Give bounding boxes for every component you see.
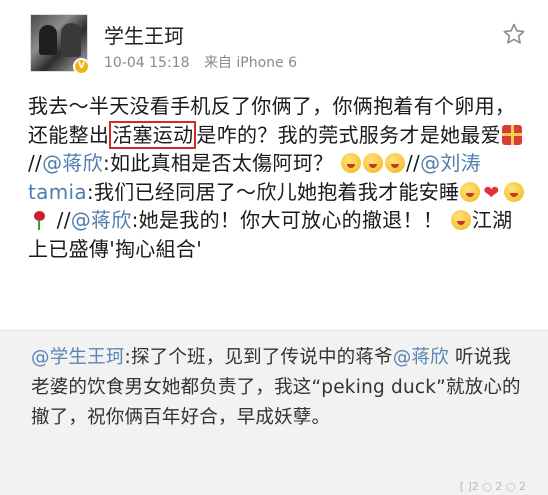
- post-text-part: :她是我的！你大可放心的撤退！！: [131, 208, 444, 232]
- star-icon[interactable]: [502, 22, 526, 46]
- post-text: 我去～半天没看手机反了你俩了，你俩抱着有个卵用，还能整出 活塞运动 是咋的？我的莞式…: [28, 92, 528, 263]
- post-meta: 10-04 15:18 来自 iPhone 6: [104, 52, 297, 72]
- post-text-part: 是咋的？我的莞式服务才是她最爱: [196, 122, 501, 147]
- post-text-part: //: [50, 208, 71, 232]
- mention-link[interactable]: @学生王珂: [31, 347, 125, 368]
- heart-emoji-icon: [482, 179, 502, 208]
- avatar-figure-right: [61, 23, 81, 57]
- username[interactable]: 学生王珂: [104, 20, 184, 49]
- repost-text-part: :探了个班，见到了传说中的蒋爷: [124, 347, 393, 368]
- post-text-part: :如此真相是否太傷阿珂？: [102, 151, 334, 175]
- gift-emoji-icon: [501, 124, 522, 145]
- surprised-face-emoji-icon: [385, 153, 405, 173]
- rose-emoji-icon: [29, 210, 49, 230]
- weibo-post: V 学生王珂 10-04 15:18 来自 iPhone 6 我去～半天没看手机…: [0, 0, 548, 495]
- post-date: 10-04 15:18: [104, 55, 190, 71]
- kiss-face-emoji-icon: [504, 181, 525, 202]
- mention-link[interactable]: @蒋欣: [393, 347, 449, 368]
- mention-link[interactable]: @蒋欣: [71, 208, 132, 232]
- surprised-face-emoji-icon: [363, 153, 383, 173]
- repost-section[interactable]: @学生王珂:探了个班，见到了传说中的蒋爷@蒋欣 听说我老婆的饮食男女她都负责了，…: [0, 330, 548, 495]
- tongue-face-emoji-icon: [460, 181, 481, 202]
- avatar-figure-left: [39, 25, 57, 55]
- post-text-part: :我们已经同居了～欣儿她抱着我才能安睡: [86, 179, 460, 204]
- post-text-part: //: [406, 151, 421, 175]
- post-header: V 学生王珂 10-04 15:18 来自 iPhone 6: [0, 0, 548, 85]
- mention-link[interactable]: @蒋欣: [42, 151, 103, 175]
- post-source: 来自 iPhone 6: [203, 55, 298, 71]
- repost-stats: [ ]2 ○ 2 ○ 2: [459, 480, 526, 493]
- tongue-face-emoji-icon: [450, 210, 471, 230]
- surprised-face-emoji-icon: [341, 153, 361, 173]
- highlighted-phrase: 活塞运动: [109, 120, 197, 149]
- verified-badge-icon: V: [73, 58, 90, 75]
- repost-text: @学生王珂:探了个班，见到了传说中的蒋爷@蒋欣 听说我老婆的饮食男女她都负责了，…: [31, 343, 521, 433]
- post-text-part: //: [28, 151, 43, 175]
